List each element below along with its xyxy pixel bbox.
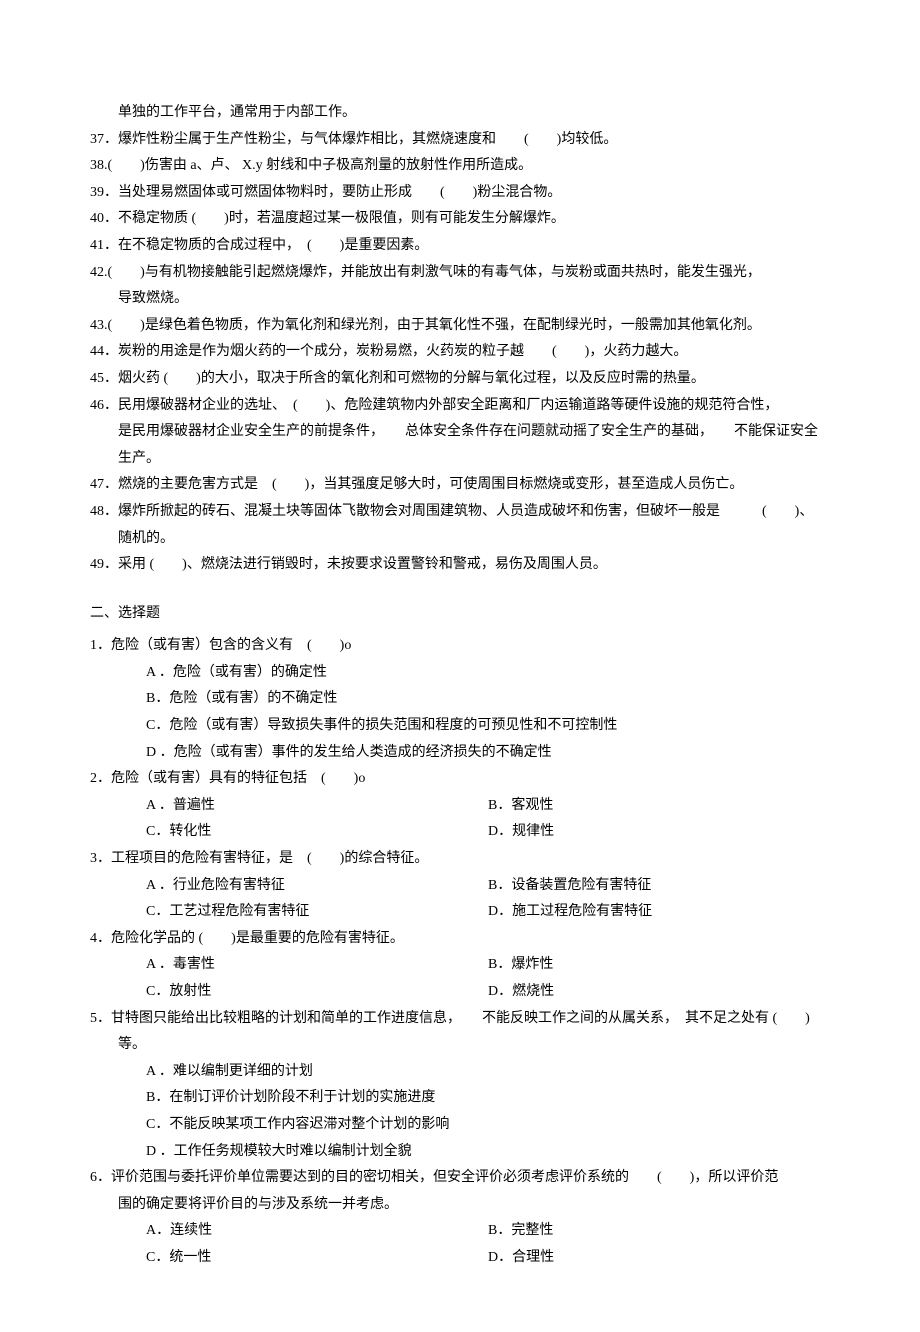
q6-stem: 6．评价范围与委托评价单位需要达到的目的密切相关，但安全评价必须考虑评价系统的 … (90, 1165, 830, 1192)
fill-item-46c: 生产。 (90, 446, 830, 473)
q5-option-b: B．在制订评价计划阶段不利于计划的实施进度 (90, 1085, 830, 1112)
fill-item-39: 39．当处理易燃固体或可燃固体物料时，要防止形成 ( )粉尘混合物。 (90, 180, 830, 207)
q2-option-b: B．客观性 (488, 793, 830, 820)
fill-item-44: 44．炭粉的用途是作为烟火药的一个成分，炭粉易燃，火药炭的粒子越 ( )，火药力… (90, 339, 830, 366)
fill-item-37: 37．爆炸性粉尘属于生产性粉尘，与气体爆炸相比，其燃烧速度和 ( )均较低。 (90, 127, 830, 154)
q1-option-b: B．危险（或有害）的不确定性 (90, 686, 830, 713)
q2-options-row-1: A ．普遍性 B．客观性 (90, 793, 830, 820)
q3-option-b: B．设备装置危险有害特征 (488, 873, 830, 900)
q5-option-a: A ．难以编制更详细的计划 (90, 1059, 830, 1086)
q6-options-row-2: C．统一性 D．合理性 (90, 1245, 830, 1272)
fill-item-43: 43.( )是绿色着色物质，作为氧化剂和绿光剂，由于其氧化性不强，在配制绿光时，… (90, 313, 830, 340)
fill-item-47: 47．燃烧的主要危害方式是 ( )，当其强度足够大时，可使周围目标燃烧或变形，甚… (90, 472, 830, 499)
q2-options-row-2: C．转化性 D．规律性 (90, 819, 830, 846)
q3-option-c: C．工艺过程危险有害特征 (146, 899, 488, 926)
fill-item-48a: 48．爆炸所掀起的砖石、混凝土块等固体飞散物会对周围建筑物、人员造成破坏和伤害，… (90, 499, 830, 526)
q4-option-c: C．放射性 (146, 979, 488, 1006)
q1-stem: 1．危险（或有害）包含的含义有 ( )o (90, 633, 830, 660)
q6-options-row-1: A．连续性 B．完整性 (90, 1218, 830, 1245)
q2-option-d: D．规律性 (488, 819, 830, 846)
fill-item-40: 40．不稳定物质 ( )时，若温度超过某一极限值，则有可能发生分解爆炸。 (90, 206, 830, 233)
fill-item-49: 49．采用 ( )、燃烧法进行销毁时，未按要求设置警铃和警戒，易伤及周围人员。 (90, 552, 830, 579)
q4-option-b: B．爆炸性 (488, 952, 830, 979)
q6-stem-2: 围的确定要将评价目的与涉及系统一并考虑。 (90, 1192, 830, 1219)
fill-item-48b: 随机的。 (90, 526, 830, 553)
q6-option-b: B．完整性 (488, 1218, 830, 1245)
fill-item-42a: 42.( )与有机物接触能引起燃烧爆炸，并能放出有刺激气味的有毒气体，与炭粉或面… (90, 260, 830, 287)
q1-option-d: D ．危险（或有害）事件的发生给人类造成的经济损失的不确定性 (90, 740, 830, 767)
fill-item-36-cont: 单独的工作平台，通常用于内部工作。 (90, 100, 830, 127)
q5-option-d: D ．工作任务规模较大时难以编制计划全貌 (90, 1139, 830, 1166)
q3-option-a: A ．行业危险有害特征 (146, 873, 488, 900)
q5-stem-2: 等。 (90, 1032, 830, 1059)
fill-item-42b: 导致燃烧。 (90, 286, 830, 313)
fill-item-38: 38.( )伤害由 a、卢、 X.y 射线和中子极高剂量的放射性作用所造成。 (90, 153, 830, 180)
q5-option-c: C．不能反映某项工作内容迟滞对整个计划的影响 (90, 1112, 830, 1139)
section-title-choice: 二、选择题 (90, 601, 830, 628)
fill-item-45: 45．烟火药 ( )的大小，取决于所含的氧化剂和可燃物的分解与氧化过程，以及反应… (90, 366, 830, 393)
q4-stem: 4．危险化学品的 ( )是最重要的危险有害特征。 (90, 926, 830, 953)
q6-option-a: A．连续性 (146, 1218, 488, 1245)
q5-stem: 5．甘特图只能给出比较粗略的计划和简单的工作进度信息， 不能反映工作之间的从属关… (90, 1006, 830, 1033)
q3-stem: 3．工程项目的危险有害特征，是 ( )的综合特征。 (90, 846, 830, 873)
q4-option-d: D．燃烧性 (488, 979, 830, 1006)
fill-item-46a: 46．民用爆破器材企业的选址、 ( )、危险建筑物内外部安全距离和厂内运输道路等… (90, 393, 830, 420)
q3-option-d: D．施工过程危险有害特征 (488, 899, 830, 926)
q2-option-c: C．转化性 (146, 819, 488, 846)
q6-option-d: D．合理性 (488, 1245, 830, 1272)
q2-option-a: A ．普遍性 (146, 793, 488, 820)
q2-stem: 2．危险（或有害）具有的特征包括 ( )o (90, 766, 830, 793)
q6-option-c: C．统一性 (146, 1245, 488, 1272)
q1-option-a: A ．危险（或有害）的确定性 (90, 660, 830, 687)
q4-options-row-1: A ．毒害性 B．爆炸性 (90, 952, 830, 979)
q3-options-row-1: A ．行业危险有害特征 B．设备装置危险有害特征 (90, 873, 830, 900)
q3-options-row-2: C．工艺过程危险有害特征 D．施工过程危险有害特征 (90, 899, 830, 926)
q1-option-c: C．危险（或有害）导致损失事件的损失范围和程度的可预见性和不可控制性 (90, 713, 830, 740)
fill-item-41: 41．在不稳定物质的合成过程中， ( )是重要因素。 (90, 233, 830, 260)
fill-item-46b: 是民用爆破器材企业安全生产的前提条件， 总体安全条件存在问题就动摇了安全生产的基… (90, 419, 830, 446)
q4-options-row-2: C．放射性 D．燃烧性 (90, 979, 830, 1006)
q4-option-a: A ．毒害性 (146, 952, 488, 979)
